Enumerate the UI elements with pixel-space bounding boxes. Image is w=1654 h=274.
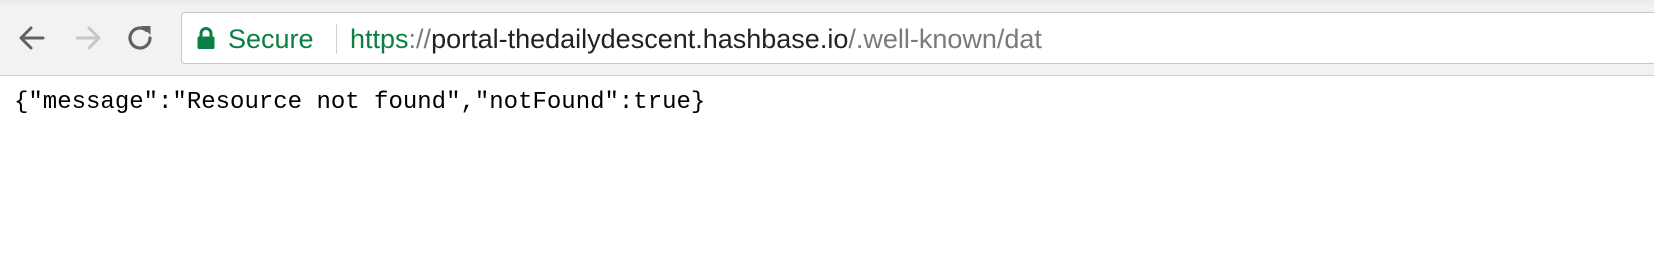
reload-button[interactable] (122, 20, 158, 56)
address-bar[interactable]: Secure https://portal-thedailydescent.ha… (181, 12, 1654, 64)
url-path: /.well-known/dat (848, 24, 1042, 54)
omnibox-divider (336, 24, 337, 54)
arrow-left-icon (19, 26, 45, 50)
url-scheme: https (350, 24, 409, 54)
lock-icon (197, 27, 215, 49)
url-text[interactable]: https://portal-thedailydescent.hashbase.… (350, 24, 1042, 54)
page-content: {"message":"Resource not found","notFoun… (0, 77, 1654, 274)
back-button[interactable] (14, 20, 50, 56)
security-indicator[interactable]: Secure (228, 24, 314, 54)
reload-icon (128, 26, 152, 50)
json-response-text: {"message":"Resource not found","notFoun… (14, 89, 706, 116)
url-host: portal-thedailydescent.hashbase.io (431, 24, 849, 54)
url-separator: :// (408, 24, 432, 54)
browser-toolbar: Secure https://portal-thedailydescent.ha… (0, 4, 1654, 76)
forward-button[interactable] (70, 20, 106, 56)
arrow-right-icon (75, 26, 101, 50)
